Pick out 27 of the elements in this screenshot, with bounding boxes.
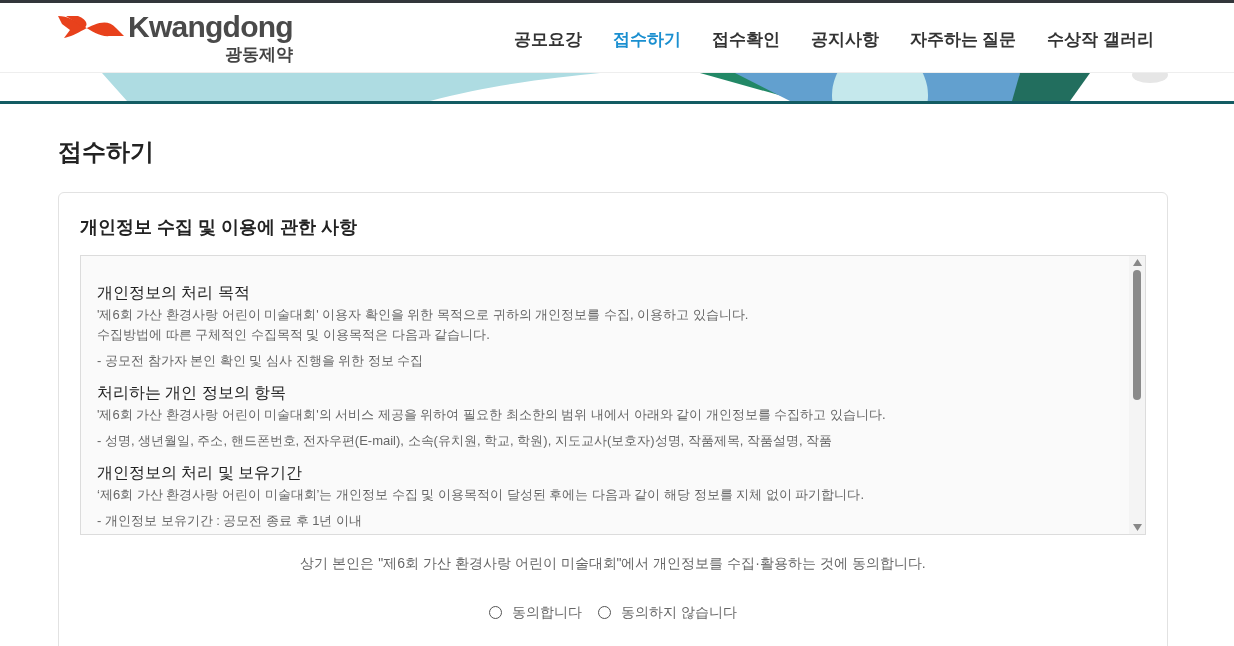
consent-radio[interactable]: 동의하지 않습니다 <box>598 602 737 623</box>
logo-subtitle: 광동제약 <box>224 46 293 63</box>
nav-link[interactable]: 접수하기 <box>612 26 681 53</box>
scroll-up-icon[interactable] <box>1132 259 1142 266</box>
section-heading: 처리하는 개인 정보의 항목 <box>97 383 288 403</box>
fish-logo-icon <box>58 14 124 40</box>
nav-link[interactable]: 수상작 갤러리 <box>1047 26 1154 53</box>
section-text: 수집방법에 따른 구체적인 수집목적 및 이용목적은 다음과 같습니다. <box>97 326 491 344</box>
section-heading: 개인정보의 처리 및 보유기간 <box>97 463 304 483</box>
nav-link[interactable]: 공모요강 <box>513 26 582 53</box>
section-text: '제6회 가산 환경사랑 어린이 미술대회'의 서비스 제공을 위하여 필요한 최소한의 범위 내에서 아래와 같이 개인정보를 수집하고 있습니다. <box>97 406 887 424</box>
consent-radio[interactable]: 동의합니다 <box>489 602 583 623</box>
section-heading: 개인정보의 처리 목적 <box>97 283 251 303</box>
list-item: - 성명, 생년월일, 주소, 핸드폰번호, 전자우편(E-mail), 소속(유치원, 학교, 학원), 지도교사(보호자)성명, 작품제목, 작품설명, 작품 <box>97 432 834 450</box>
card-title: 개인정보 수집 및 이용에 관한 사항 <box>80 216 358 239</box>
nav-link[interactable]: 공지사항 <box>810 26 879 53</box>
section-text: ‘제6회 가산 환경사랑 어린이 미술대회’는 개인정보 수집 및 이용목적이 달성된 후에는 다음과 같이 해당 정보를 지체 없이 파기합니다. <box>97 486 866 504</box>
scroll-down-icon[interactable] <box>1132 524 1142 531</box>
consent-text: 상기 본인은 "제6회 가산 환경사랑 어린이 미술대회"에서 개인정보를 수집·활용하는 것에 동의합니다. <box>299 554 927 573</box>
list-item: - 개인정보 보유기간 : 공모전 종료 후 1년 이내 <box>97 512 364 530</box>
list-item: - 공모전 참가자 본인 확인 및 심사 진행을 위한 정보 수집 <box>97 352 425 370</box>
section-text: '제6회 가산 환경사랑 어린이 미술대회' 이용자 확인을 위한 목적으로 귀하의 개인정보를 수집, 이용하고 있습니다. <box>97 306 750 324</box>
nav-link[interactable]: 자주하는 질문 <box>909 26 1017 53</box>
nav-link[interactable]: 접수확인 <box>711 26 780 53</box>
scroll-thumb[interactable] <box>1133 270 1141 400</box>
logo-wordmark: Kwangdong <box>128 12 293 42</box>
page-title: 접수하기 <box>58 137 155 167</box>
